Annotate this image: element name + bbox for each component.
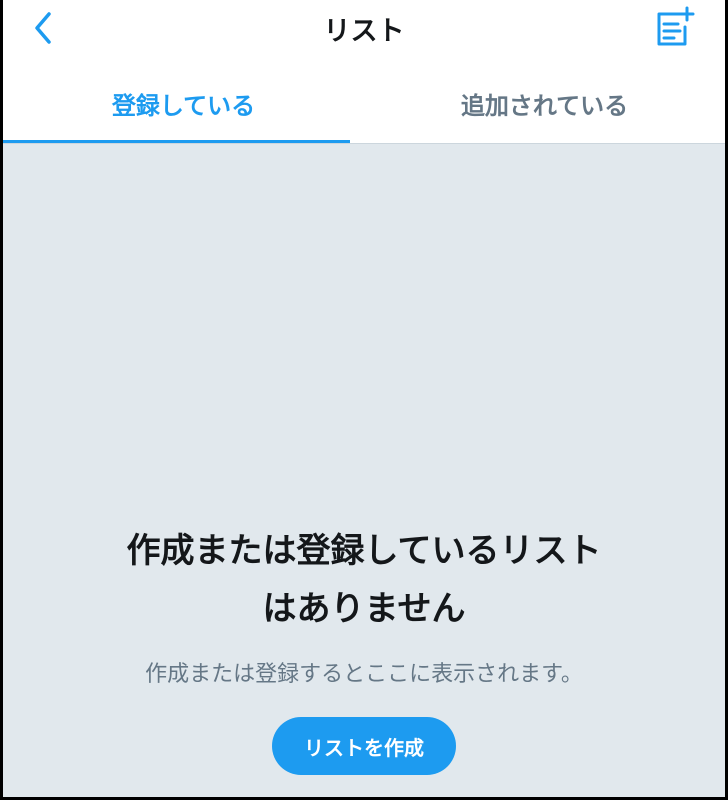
empty-state-subtitle: 作成または登録するとここに表示されます。	[145, 662, 583, 687]
tab-member-of[interactable]: 追加されている	[364, 62, 725, 144]
create-list-button[interactable]: リストを作成	[272, 717, 456, 775]
new-list-icon	[657, 6, 695, 46]
tab-member-of-label: 追加されている	[460, 91, 629, 120]
empty-state-title: 作成または登録しているリスト はありません	[43, 522, 685, 638]
back-button[interactable]	[25, 8, 61, 48]
tab-subscribed[interactable]: 登録している	[3, 62, 364, 144]
new-list-button[interactable]	[651, 4, 697, 50]
tab-bar: 登録している 追加されている	[3, 62, 725, 144]
empty-state-title-line2: はありません	[262, 589, 466, 629]
app-frame: リスト 登録している 追加されている 作成または登録しているリスト はありません	[3, 0, 725, 797]
tab-subscribed-label: 登録している	[111, 91, 256, 120]
chevron-left-icon	[35, 12, 51, 44]
empty-state-title-line1: 作成または登録しているリスト	[126, 531, 602, 571]
header-bar: リスト	[3, 0, 725, 62]
create-list-button-label: リストを作成	[304, 735, 424, 760]
empty-state-panel: 作成または登録しているリスト はありません 作成または登録するとここに表示されま…	[3, 144, 725, 797]
page-title: リスト	[323, 16, 405, 47]
